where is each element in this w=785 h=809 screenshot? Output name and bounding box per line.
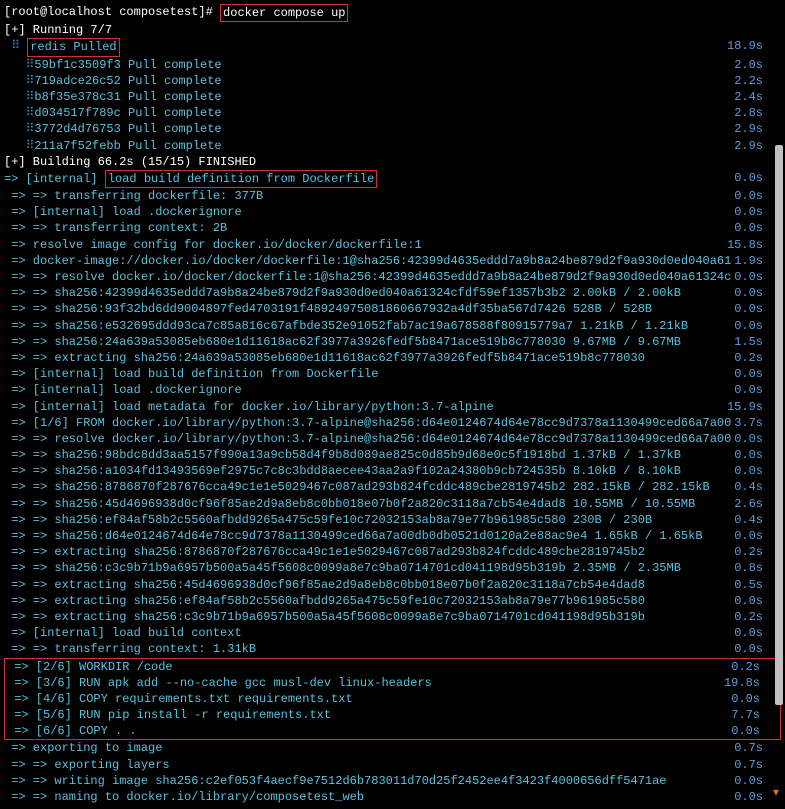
command-highlight: docker compose up [220, 4, 348, 22]
dockerfile-steps-highlight: => [2/6] WORKDIR /code0.2s => [3/6] RUN … [4, 658, 781, 741]
build-steps-list: => => transferring dockerfile: 377B0.0s … [4, 188, 781, 657]
build-step-line: => => sha256:24a639a53085eb680e1d11618ac… [4, 334, 781, 350]
pull-layer-line: ⠿ d034517f789c Pull complete2.8s [4, 105, 781, 121]
dockerfile-step-line: => [2/6] WORKDIR /code0.2s [7, 659, 778, 675]
time-value: 0.0s [734, 170, 781, 188]
dockerfile-step-line: => [3/6] RUN apk add --no-cache gcc musl… [7, 675, 778, 691]
build-step-line: => => sha256:ef84af58b2c5560afbdd9265a47… [4, 512, 781, 528]
build-step-line: => [internal] load .dockerignore0.0s [4, 204, 781, 220]
build-step-line: => [internal] load build definition from… [4, 366, 781, 382]
load-build-def-line: => [internal] load build definition from… [4, 170, 781, 188]
build-step-line: => => extracting sha256:45d4696938d0cf96… [4, 577, 781, 593]
build-step-line: => => sha256:c3c9b71b9a6957b500a5a45f560… [4, 560, 781, 576]
build-step-line: => => sha256:98bdc8dd3aa5157f990a13a9cb5… [4, 447, 781, 463]
time-value: 18.9s [727, 38, 781, 56]
prompt-line: [root@localhost composetest]# docker com… [4, 4, 781, 22]
dockerfile-step-line: => [5/6] RUN pip install -r requirements… [7, 707, 778, 723]
running-header: [+] Running 7/7 [4, 22, 781, 38]
build-step-line: => => sha256:e532695ddd93ca7c85a816c67af… [4, 318, 781, 334]
build-step-line: => => resolve docker.io/library/python:3… [4, 431, 781, 447]
pull-layer-line: ⠿ b8f35e378c31 Pull complete2.4s [4, 89, 781, 105]
pull-layer-line: ⠿ 59bf1c3509f3 Pull complete2.0s [4, 57, 781, 73]
redis-pulled-line: ⠿ redis Pulled 18.9s [4, 38, 781, 56]
build-step-line: => => sha256:a1034fd13493569ef2975c7c8c3… [4, 463, 781, 479]
pull-layers-list: ⠿ 59bf1c3509f3 Pull complete2.0s ⠿ 719ad… [4, 57, 781, 154]
build-step-line: => => extracting sha256:24a639a53085eb68… [4, 350, 781, 366]
dockerfile-step-line: => [4/6] COPY requirements.txt requireme… [7, 691, 778, 707]
build-step-line: => => resolve docker.io/docker/dockerfil… [4, 269, 781, 285]
build-step-line: => => extracting sha256:8786870f287676cc… [4, 544, 781, 560]
build-step-line: => => sha256:8786870f287676cca49c1e1e502… [4, 479, 781, 495]
build-step-line: => => extracting sha256:ef84af58b2c5560a… [4, 593, 781, 609]
pull-layer-line: ⠿ 719adce26c52 Pull complete2.2s [4, 73, 781, 89]
build-step-line: => => transferring context: 2B0.0s [4, 220, 781, 236]
load-build-highlight: load build definition from Dockerfile [105, 170, 377, 188]
building-header: [+] Building 66.2s (15/15) FINISHED [4, 154, 781, 170]
scroll-down-icon[interactable]: ▾ [773, 785, 785, 797]
build-step-line: => => extracting sha256:c3c9b71b9a6957b5… [4, 609, 781, 625]
shell-prompt: [root@localhost composetest]# [4, 4, 213, 22]
build-step-line: => => sha256:45d4696938d0cf96f85ae2d9a8e… [4, 496, 781, 512]
pull-layer-line: ⠿ 211a7f52febb Pull complete2.9s [4, 138, 781, 154]
build-step-line: => => transferring context: 1.31kB0.0s [4, 641, 781, 657]
build-step-line: => docker-image://docker.io/docker/docke… [4, 253, 781, 269]
build-step-line: => [1/6] FROM docker.io/library/python:3… [4, 415, 781, 431]
export-step-line: => => exporting layers0.7s [4, 757, 781, 773]
export-step-line: => => writing image sha256:c2ef053f4aecf… [4, 773, 781, 789]
pull-layer-line: ⠿ 3772d4d76753 Pull complete2.9s [4, 121, 781, 137]
dockerfile-step-line: => [6/6] COPY . .0.0s [7, 723, 778, 739]
build-step-line: => [internal] load metadata for docker.i… [4, 399, 781, 415]
export-steps-list: => exporting to image0.7s => => exportin… [4, 740, 781, 805]
build-step-line: => => sha256:d64e0124674d64e78cc9d7378a1… [4, 528, 781, 544]
build-step-line: => => transferring dockerfile: 377B0.0s [4, 188, 781, 204]
terminal-output: [root@localhost composetest]# docker com… [4, 4, 781, 805]
export-step-line: => => naming to docker.io/library/compos… [4, 789, 781, 805]
redis-pulled-highlight: redis Pulled [27, 38, 119, 56]
build-step-line: => => sha256:93f32bd6dd9004897fed4703191… [4, 301, 781, 317]
scrollbar[interactable] [775, 145, 783, 705]
build-step-line: => => sha256:42399d4635eddd7a9b8a24be879… [4, 285, 781, 301]
build-step-line: => resolve image config for docker.io/do… [4, 237, 781, 253]
build-step-line: => [internal] load build context0.0s [4, 625, 781, 641]
build-step-line: => [internal] load .dockerignore0.0s [4, 382, 781, 398]
